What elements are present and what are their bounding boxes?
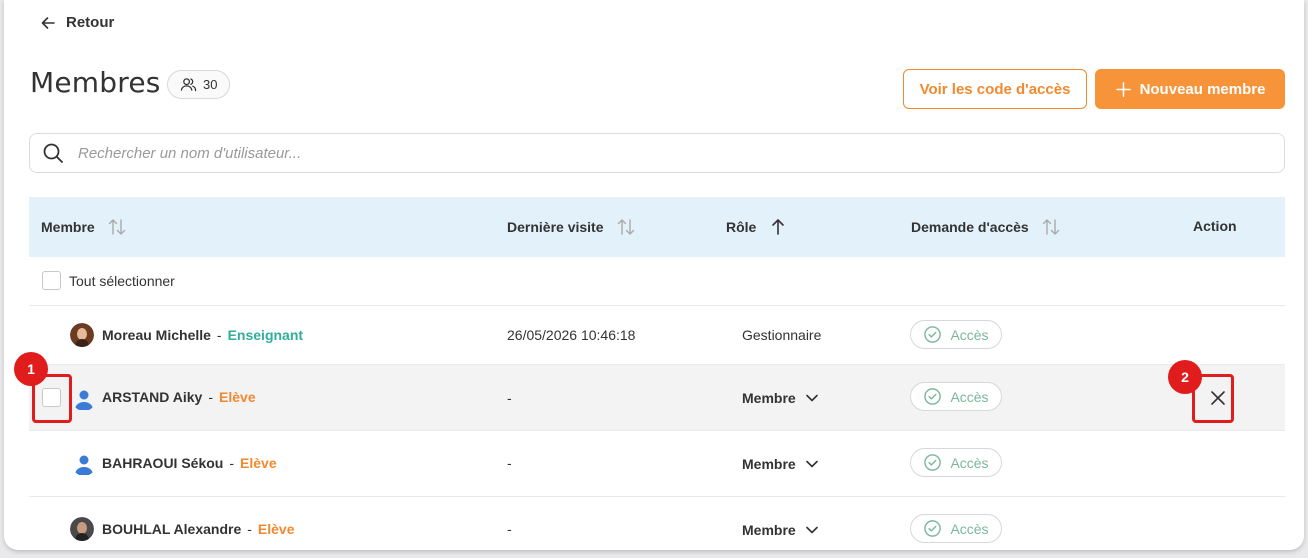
sort-icon	[617, 219, 634, 235]
chevron-down-icon	[805, 394, 818, 402]
access-label: Accès	[950, 388, 989, 405]
access-label: Accès	[950, 326, 989, 343]
column-access-request[interactable]: Demande d'accès	[911, 218, 1061, 236]
access-label: Accès	[950, 520, 989, 537]
avatar	[70, 517, 94, 541]
chevron-down-icon	[805, 460, 818, 468]
column-member-label: Membre	[41, 219, 95, 235]
member-type: Elève	[219, 389, 256, 405]
member-name-text: Moreau Michelle	[102, 327, 211, 343]
plus-icon	[1115, 81, 1131, 97]
access-badge: Accès	[910, 382, 1002, 411]
table-row[interactable]: BOUHLAL Alexandre - Elève - Membre Accès	[29, 497, 1285, 550]
table-row[interactable]: BAHRAOUI Sékou - Elève - Membre Accès	[29, 431, 1285, 497]
member-name: BAHRAOUI Sékou - Elève	[102, 455, 277, 471]
user-icon	[72, 452, 96, 476]
search-bar[interactable]	[29, 133, 1285, 173]
member-name: ARSTAND Aiky - Elève	[102, 389, 256, 405]
separator: -	[216, 327, 222, 343]
last-visit: -	[507, 455, 512, 471]
annotation-marker-2: 2	[1168, 360, 1202, 394]
column-action-label: Action	[1193, 218, 1237, 234]
search-icon	[43, 143, 63, 163]
members-panel: Retour Membres 30 Voir les code d'accès …	[4, 0, 1304, 550]
last-visit: -	[507, 521, 512, 537]
member-name-text: BAHRAOUI Sékou	[102, 455, 224, 471]
member-name: BOUHLAL Alexandre - Elève	[102, 521, 295, 537]
back-link[interactable]: Retour	[40, 14, 114, 31]
select-all-label: Tout sélectionner	[69, 273, 175, 289]
avatar	[70, 323, 94, 347]
column-access-request-label: Demande d'accès	[911, 219, 1029, 235]
select-all-checkbox[interactable]	[42, 271, 61, 290]
role-value: Gestionnaire	[742, 327, 822, 343]
role-dropdown[interactable]: Membre	[742, 390, 818, 406]
member-type: Enseignant	[227, 327, 304, 343]
role-dropdown-value: Membre	[742, 390, 796, 406]
access-codes-button[interactable]: Voir les code d'accès	[903, 69, 1087, 109]
arrow-left-icon	[41, 16, 55, 29]
new-member-label: Nouveau membre	[1139, 80, 1266, 98]
column-role-label: Rôle	[726, 219, 757, 235]
arrow-up-icon	[772, 219, 785, 235]
page-title: Membres	[30, 66, 161, 99]
annotation-marker-1: 1	[14, 352, 48, 386]
column-member[interactable]: Membre	[41, 218, 127, 236]
chevron-down-icon	[805, 526, 818, 534]
back-label: Retour	[66, 14, 115, 31]
member-name-text: ARSTAND Aiky	[102, 389, 203, 405]
member-count: 30	[203, 77, 218, 92]
role-dropdown-value: Membre	[742, 456, 796, 472]
last-visit: -	[507, 390, 512, 406]
member-count-badge: 30	[167, 70, 231, 99]
column-role[interactable]: Rôle	[726, 218, 788, 236]
role-dropdown[interactable]: Membre	[742, 456, 818, 472]
table-row[interactable]: Moreau Michelle - Enseignant 26/05/2026 10…	[29, 306, 1285, 365]
access-badge: Accès	[910, 320, 1002, 349]
member-type: Elève	[257, 521, 295, 537]
check-circle-icon	[924, 326, 942, 343]
check-circle-icon	[924, 520, 942, 537]
sort-icon	[108, 219, 125, 235]
member-type: Elève	[240, 455, 277, 471]
access-badge: Accès	[910, 448, 1002, 477]
table-header: Membre Dernière visite Rôle Demande d'ac…	[29, 197, 1285, 257]
user-icon	[72, 387, 96, 411]
column-action: Action	[1193, 218, 1237, 234]
separator: -	[208, 389, 214, 405]
column-last-visit[interactable]: Dernière visite	[507, 218, 636, 236]
users-icon	[180, 78, 197, 92]
access-label: Accès	[950, 454, 989, 471]
member-name-text: BOUHLAL Alexandre	[102, 521, 242, 537]
member-name: Moreau Michelle - Enseignant	[102, 327, 303, 343]
search-input[interactable]	[78, 144, 678, 162]
table-row[interactable]: ARSTAND Aiky - Elève - Membre Accès	[29, 365, 1285, 431]
last-visit: 26/05/2026 10:46:18	[507, 327, 636, 343]
new-member-button[interactable]: Nouveau membre	[1095, 69, 1285, 109]
separator: -	[247, 521, 252, 537]
select-all-row: Tout sélectionner	[29, 257, 1285, 306]
check-circle-icon	[924, 454, 942, 471]
role-dropdown-value: Membre	[742, 522, 796, 538]
separator: -	[229, 455, 235, 471]
column-last-visit-label: Dernière visite	[507, 219, 604, 235]
access-badge: Accès	[910, 514, 1002, 543]
check-circle-icon	[924, 388, 942, 405]
sort-icon	[1042, 219, 1059, 235]
role-dropdown[interactable]: Membre	[742, 522, 818, 538]
members-table: Membre Dernière visite Rôle Demande d'ac…	[29, 197, 1285, 550]
